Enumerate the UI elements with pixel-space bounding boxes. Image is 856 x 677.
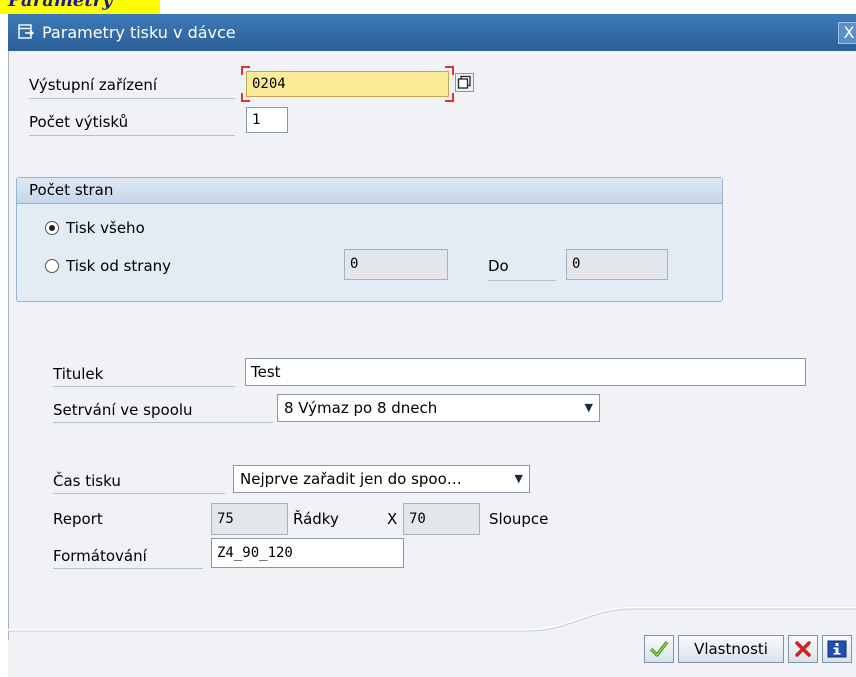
print-all-label[interactable]: Tisk všeho [66,219,145,237]
info-icon [827,640,847,658]
close-button[interactable]: X [838,22,856,44]
formatting-input[interactable]: Z4_90_120 [211,538,404,568]
print-time-label: Čas tisku [53,469,225,494]
info-button[interactable] [822,635,852,663]
focus-frame [241,66,454,102]
formatting-label: Formátování [53,544,203,569]
document-tag-text: Parametry [8,0,113,11]
copies-label: Počet výtisků [29,110,235,136]
cancel-x-icon [795,641,811,657]
output-device-label: Výstupní zařízení [29,73,235,99]
window-title: Parametry tisku v dávce [42,23,236,42]
report-label: Report [53,510,103,528]
from-page-input[interactable]: 0 [344,249,448,280]
print-time-select[interactable]: Nejprve zařadit jen do spoo… ▼ [233,465,530,493]
print-from-page-label[interactable]: Tisk od strany [66,257,171,275]
rows-input[interactable]: 75 [211,503,288,535]
check-icon [650,641,668,657]
print-from-page-radio[interactable] [45,259,59,273]
times-sign: X [387,510,398,528]
rows-label: Řádky [293,510,339,528]
to-page-label: Do [488,257,556,281]
chevron-down-icon[interactable]: ▼ [585,395,593,421]
to-page-input[interactable]: 0 [566,249,668,280]
radio-selected-dot [49,225,55,231]
confirm-button[interactable] [644,635,674,663]
cancel-button[interactable] [788,635,818,663]
spool-retention-select[interactable]: 8 Výmaz po 8 dnech ▼ [277,394,600,422]
page-range-group-header [17,178,722,204]
document-tag: Parametry [0,0,160,14]
columns-label: Sloupce [489,510,549,528]
chevron-down-icon[interactable]: ▼ [515,466,523,492]
print-all-radio[interactable] [45,221,59,235]
spool-retention-value: 8 Výmaz po 8 dnech [284,399,438,417]
copies-input[interactable]: 1 [246,107,288,133]
properties-button[interactable]: Vlastnosti [678,635,784,663]
value-help-icon[interactable] [455,73,474,92]
columns-input[interactable]: 70 [403,503,480,535]
spool-title-input[interactable]: Test [245,358,806,386]
title-bar: Parametry tisku v dávce X [8,14,856,51]
spool-retention-label: Setrvání ve spoolu [53,398,273,423]
window-menu-icon[interactable] [18,24,34,40]
print-time-value: Nejprve zařadit jen do spoo… [240,470,462,488]
page-range-title: Počet stran [29,181,114,199]
spool-title-label: Titulek [53,362,235,387]
